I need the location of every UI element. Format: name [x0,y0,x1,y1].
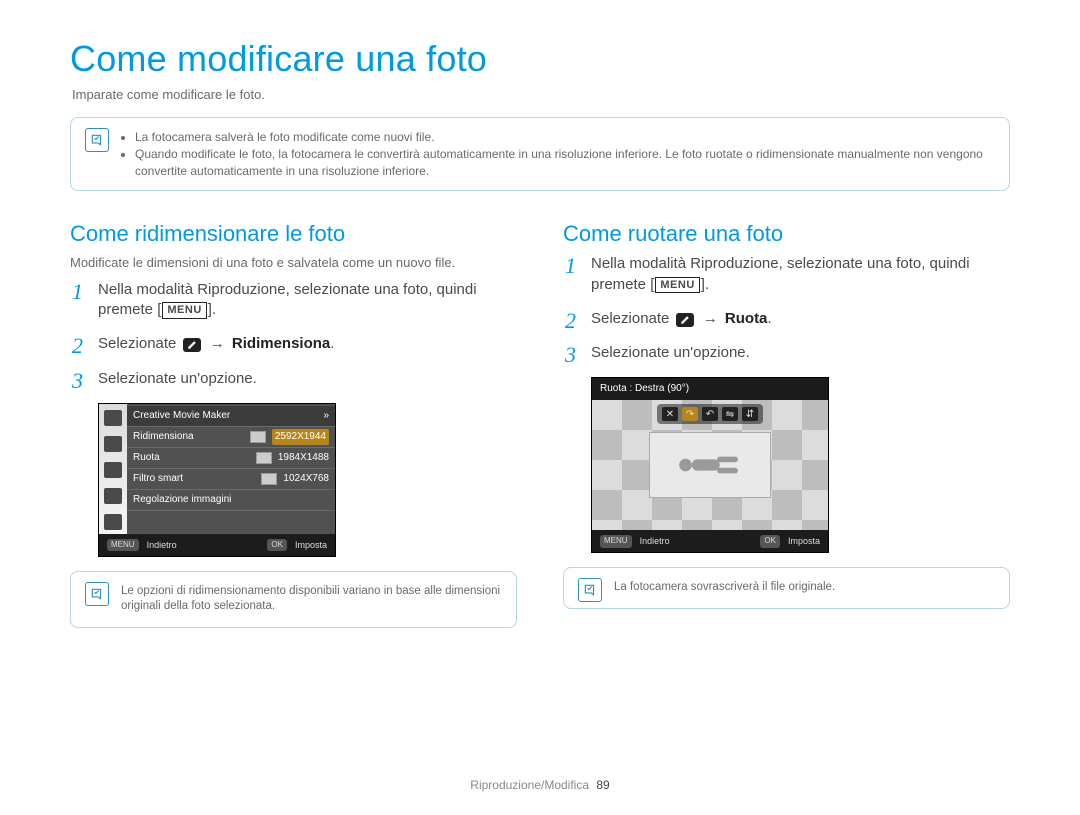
top-note-item: Quando modificate le foto, la fotocamera… [135,146,997,178]
top-note-item: La fotocamera salverà le foto modificate… [135,129,997,145]
rotate-ui-canvas: ✕ ↷ ↶ ⇋ ⇵ [592,400,828,530]
ui-menu-row: Filtro smart 1024X768 [127,469,335,490]
ui-footer: MENU Indietro OK Imposta [592,530,828,552]
person-silhouette-icon [675,451,745,479]
left-desc: Modificate le dimensioni di una foto e s… [70,254,517,272]
rotate-off-icon: ✕ [662,407,678,421]
edit-icon [183,338,201,352]
right-column: Come ruotare una foto Nella modalità Rip… [563,219,1010,656]
page-footer: Riproduzione/Modifica 89 [0,777,1080,793]
note-icon [85,582,109,606]
left-column: Come ridimensionare le foto Modificate l… [70,219,517,656]
menu-key: MENU [655,277,699,294]
rotate-toolbar: ✕ ↷ ↶ ⇋ ⇵ [657,404,763,424]
menu-key-pill: MENU [107,539,139,552]
sidebar-icon [104,488,122,504]
sidebar-icon [104,436,122,452]
menu-key-pill: MENU [600,535,632,548]
edit-icon [676,313,694,327]
rotate-ui-title: Ruota : Destra (90°) [592,378,828,400]
ui-menu: Creative Movie Maker» Ridimensiona 2592X… [127,404,335,534]
right-step-1: Nella modalità Riproduzione, selezionate… [563,254,1010,295]
camera-resize-ui: Creative Movie Maker» Ridimensiona 2592X… [98,403,336,557]
right-heading: Come ruotare una foto [563,219,1010,249]
ui-menu-row: Regolazione immagini [127,490,335,511]
size-icon [256,452,272,464]
right-note-box: La fotocamera sovrascriverà il file orig… [563,567,1010,609]
size-icon [250,431,266,443]
flip-v-icon: ⇵ [742,407,758,421]
ok-key-pill: OK [760,535,780,548]
sidebar-icon [104,462,122,478]
left-step-1: Nella modalità Riproduzione, selezionate… [70,280,517,321]
camera-rotate-ui: Ruota : Destra (90°) ✕ ↷ ↶ ⇋ ⇵ [591,377,829,553]
size-icon [261,473,277,485]
left-heading: Come ridimensionare le foto [70,219,517,249]
left-step-3: Selezionate un'opzione. [70,369,517,389]
flip-h-icon: ⇋ [722,407,738,421]
page-title: Come modificare una foto [70,35,1010,84]
ui-footer: MENU Indietro OK Imposta [99,534,335,556]
ui-sidebar [99,404,127,534]
rotate-right-icon: ↷ [682,407,698,421]
right-step-2: Selezionate → Ruota. [563,309,1010,329]
chevron-right-icon: » [323,409,329,423]
rotate-left-icon: ↶ [702,407,718,421]
note-icon [578,578,602,602]
right-step-3: Selezionate un'opzione. [563,343,1010,363]
page-intro: Imparate come modificare le foto. [72,86,1010,104]
left-note-box: Le opzioni di ridimensionamento disponib… [70,571,517,628]
menu-key: MENU [162,302,206,319]
ui-menu-row: Ruota 1984X1488 [127,448,335,469]
rotate-preview [649,432,771,498]
top-note-box: La fotocamera salverà le foto modificate… [70,117,1010,191]
ui-menu-title-row: Creative Movie Maker» [127,406,335,427]
note-icon [85,128,109,152]
sidebar-icon [104,410,122,426]
ok-key-pill: OK [267,539,287,552]
left-step-2: Selezionate → Ridimensiona. [70,334,517,354]
ui-menu-row: Ridimensiona 2592X1944 [127,427,335,448]
sidebar-icon [104,514,122,530]
